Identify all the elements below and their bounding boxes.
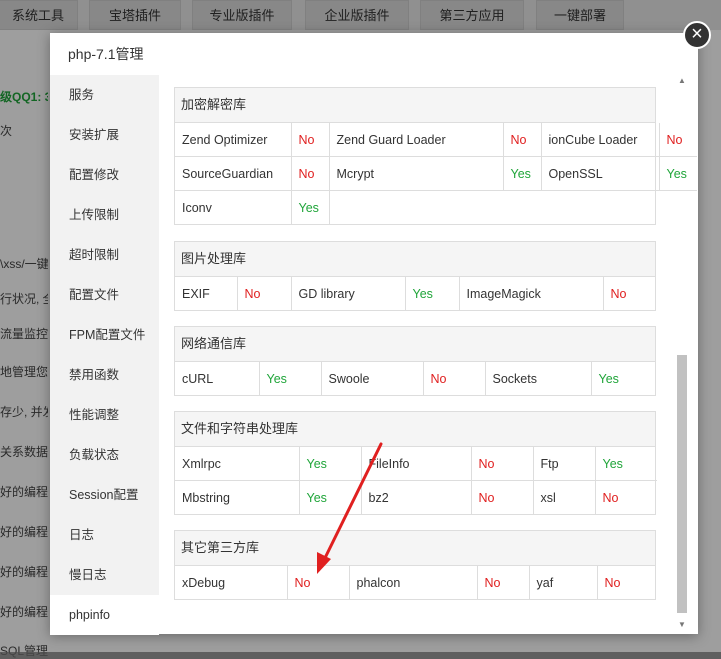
library-name: Zend Guard Loader bbox=[329, 123, 504, 157]
library-table: Xmlrpc Yes FileInfo No Ftp Yes Mbstring Yes bz2 N… bbox=[175, 447, 657, 514]
sidebar-item[interactable]: 慢日志 bbox=[50, 555, 159, 595]
close-button[interactable]: × bbox=[683, 21, 711, 49]
library-name: Sockets bbox=[485, 362, 592, 395]
library-status: Yes bbox=[598, 371, 619, 386]
library-status: No bbox=[503, 123, 542, 157]
library-name: yaf bbox=[529, 566, 598, 599]
scrollbar[interactable]: ▲ ▼ bbox=[676, 75, 688, 631]
library-status: No bbox=[237, 277, 292, 310]
table-row: SourceGuardian No Mcrypt Yes OpenSSL Yes bbox=[175, 156, 697, 191]
table-row: Mbstring Yes bz2 No xsl No bbox=[175, 480, 657, 514]
library-status: No bbox=[610, 286, 627, 301]
library-status: No bbox=[602, 490, 619, 505]
sidebar-item[interactable]: 日志 bbox=[50, 515, 159, 555]
library-status: No bbox=[471, 480, 534, 514]
library-status: Yes bbox=[595, 447, 657, 481]
section-title: 网络通信库 bbox=[175, 327, 655, 362]
library-table: Zend Optimizer No Zend Guard Loader No ionCu… bbox=[175, 123, 697, 224]
library-name: xDebug bbox=[175, 566, 288, 599]
table-row: cURL Yes Swoole No Sockets Yes bbox=[175, 362, 657, 395]
sidebar-item[interactable]: phpinfo bbox=[50, 595, 159, 635]
sidebar-item[interactable]: 安装扩展 bbox=[50, 115, 159, 155]
library-status: No bbox=[604, 575, 621, 590]
library-name: Swoole bbox=[321, 362, 424, 395]
php-manage-dialog: php-7.1管理 × 服务 安装扩展 配置修改 上传限制 超时限制 配置文件 FPM配置文… bbox=[50, 21, 711, 635]
library-name: cURL bbox=[175, 362, 260, 395]
library-status: No bbox=[477, 566, 530, 599]
sidebar-item[interactable]: 配置修改 bbox=[50, 155, 159, 195]
library-name: Xmlrpc bbox=[175, 447, 300, 481]
scroll-down-arrow-icon[interactable]: ▼ bbox=[676, 619, 688, 631]
sidebar-item[interactable]: 配置文件 bbox=[50, 275, 159, 315]
library-status: No bbox=[291, 156, 330, 191]
library-name: Ftp bbox=[533, 447, 596, 481]
phpinfo-panel: 加密解密库 Zend Optimizer No Zend Guard Loader No… bbox=[159, 75, 698, 634]
library-name: SourceGuardian bbox=[175, 156, 292, 191]
sidebar-item[interactable]: 超时限制 bbox=[50, 235, 159, 275]
library-name: Mcrypt bbox=[329, 156, 504, 191]
library-status: Yes bbox=[291, 190, 330, 224]
library-table: EXIF No GD library Yes ImageMagick No bbox=[175, 277, 657, 310]
library-section: 图片处理库 EXIF No GD library Yes ImageMagick No bbox=[174, 241, 656, 311]
library-status: No bbox=[291, 123, 330, 157]
library-status: No bbox=[287, 566, 350, 599]
library-section: 网络通信库 cURL Yes Swoole No Sockets Yes bbox=[174, 326, 656, 396]
close-icon: × bbox=[691, 23, 703, 45]
library-name: ionCube Loader bbox=[541, 123, 660, 157]
library-status: No bbox=[423, 362, 486, 395]
sidebar-item[interactable]: 上传限制 bbox=[50, 195, 159, 235]
sidebar-item[interactable]: 负载状态 bbox=[50, 435, 159, 475]
section-title: 加密解密库 bbox=[175, 88, 655, 123]
library-name: FileInfo bbox=[361, 447, 472, 481]
library-status: No bbox=[471, 447, 534, 481]
library-status: Yes bbox=[299, 447, 362, 481]
library-name: OpenSSL bbox=[541, 156, 660, 191]
empty-cell bbox=[329, 191, 697, 225]
scroll-thumb[interactable] bbox=[677, 355, 687, 613]
section-title: 图片处理库 bbox=[175, 242, 655, 277]
library-section: 文件和字符串处理库 Xmlrpc Yes FileInfo No Ftp Yes Mbstri… bbox=[174, 411, 657, 515]
section-title: 其它第三方库 bbox=[175, 531, 655, 566]
settings-sidebar: 服务 安装扩展 配置修改 上传限制 超时限制 配置文件 FPM配置文件 禁用函数 性能调整 负载状… bbox=[50, 75, 159, 635]
library-name: ImageMagick bbox=[459, 277, 604, 310]
library-name: phalcon bbox=[349, 566, 478, 599]
sidebar-item[interactable]: FPM配置文件 bbox=[50, 315, 159, 355]
library-name: xsl bbox=[533, 480, 596, 514]
sidebar-item[interactable]: 禁用函数 bbox=[50, 355, 159, 395]
section-title: 文件和字符串处理库 bbox=[175, 412, 655, 447]
library-section: 其它第三方库 xDebug No phalcon No yaf No bbox=[174, 530, 656, 600]
library-status: Yes bbox=[259, 362, 322, 395]
library-name: GD library bbox=[291, 277, 406, 310]
table-row: Iconv Yes bbox=[175, 190, 697, 225]
library-status: Yes bbox=[405, 277, 460, 310]
table-row: Xmlrpc Yes FileInfo No Ftp Yes bbox=[175, 447, 657, 481]
sidebar-item[interactable]: 服务 bbox=[50, 75, 159, 115]
library-name: Mbstring bbox=[175, 480, 300, 514]
library-table: xDebug No phalcon No yaf No bbox=[175, 566, 657, 599]
library-name: bz2 bbox=[361, 480, 472, 514]
scroll-up-arrow-icon[interactable]: ▲ bbox=[676, 75, 688, 87]
dialog-title: php-7.1管理 bbox=[50, 33, 698, 76]
library-status: Yes bbox=[503, 156, 542, 191]
library-name: EXIF bbox=[175, 277, 238, 310]
sidebar-item[interactable]: 性能调整 bbox=[50, 395, 159, 435]
library-section: 加密解密库 Zend Optimizer No Zend Guard Loader No… bbox=[174, 87, 697, 225]
sidebar-item[interactable]: Session配置 bbox=[50, 475, 159, 515]
library-name: Zend Optimizer bbox=[175, 123, 292, 157]
library-status: Yes bbox=[299, 480, 362, 514]
table-row: EXIF No GD library Yes ImageMagick No bbox=[175, 277, 657, 310]
library-table: cURL Yes Swoole No Sockets Yes bbox=[175, 362, 657, 395]
table-row: Zend Optimizer No Zend Guard Loader No ionCu… bbox=[175, 123, 697, 157]
table-row: xDebug No phalcon No yaf No bbox=[175, 566, 657, 599]
library-name: Iconv bbox=[175, 190, 292, 224]
